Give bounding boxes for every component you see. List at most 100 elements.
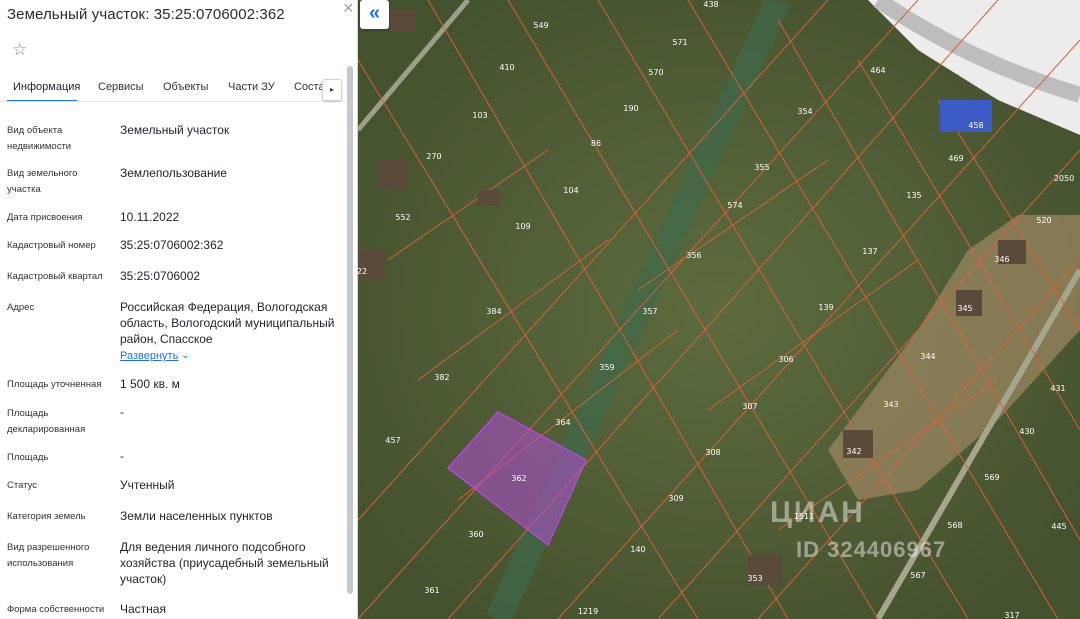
expand-link[interactable]: Развернуть (120, 350, 178, 362)
plot-label: 457 (385, 436, 400, 445)
property-value-permitted-use: Для ведения личного подсобного хозяйства… (120, 540, 329, 586)
cadastral-map[interactable]: 438 549 571 410 570 464 354 190 103 86 4… (358, 0, 1080, 619)
plot-label: 445 (1051, 522, 1066, 531)
plot-label: 410 (499, 63, 514, 72)
property-label-assigned-date: Дата присвоения (7, 212, 83, 223)
plot-label: 109 (515, 222, 530, 231)
plot-label: 270 (426, 152, 441, 161)
property-value-assigned-date: 10.11.2022 (120, 210, 180, 224)
property-label-area: Площадь (7, 452, 49, 463)
plot-label: 356 (686, 251, 701, 260)
plot-label: 362 (511, 474, 526, 483)
plot-label: 190 (623, 104, 638, 113)
property-value-land-category: Земли населенных пунктов (120, 509, 273, 523)
property-label-address: Адрес (7, 302, 35, 313)
chevron-down-icon[interactable]: ⌄ (181, 350, 189, 361)
property-label-land-category: Категория земель (7, 511, 86, 522)
map-canvas[interactable]: 438 549 571 410 570 464 354 190 103 86 4… (358, 0, 1080, 619)
property-label-cadastral-number: Кадастровый номер (7, 240, 96, 251)
property-value-cadastral-block: 35:25:0706002 (120, 269, 201, 283)
plot-label: 458 (968, 121, 983, 130)
collapse-panel-icon[interactable]: « (360, 0, 389, 29)
tab-services[interactable]: Сервисы (98, 81, 144, 93)
plot-label: 355 (754, 163, 769, 172)
plot-label: 384 (486, 307, 501, 316)
plot-label: 359 (599, 363, 614, 372)
plot-label: 344 (920, 352, 935, 361)
plot-label: 364 (555, 418, 570, 427)
watermark-logo: ЦИАН (770, 496, 865, 529)
plot-label: 552 (395, 213, 410, 222)
property-value-object-type: Земельный участок (120, 123, 230, 137)
property-label-object-type: Вид объекта недвижимости (7, 125, 72, 152)
tab-scroll-right-icon[interactable]: ▸ (322, 79, 342, 101)
plot-label: 1219 (578, 607, 598, 616)
plot-label: 306 (778, 355, 793, 364)
plot-label: 308 (705, 448, 720, 457)
plot-label: 464 (870, 66, 885, 75)
plot-label: 22 (358, 267, 367, 276)
tab-information[interactable]: Информация (13, 81, 80, 93)
plot-label: 135 (906, 191, 921, 200)
favorite-star-icon[interactable]: ☆ (12, 40, 27, 60)
plot-label: 520 (1036, 216, 1051, 225)
plot-label: 317 (1004, 611, 1019, 619)
property-label-area-declared: Площадь декларированная (7, 408, 86, 435)
plot-label: 549 (533, 21, 548, 30)
info-panel: Земельный участок: 35:25:0706002:362 × ☆… (0, 0, 358, 619)
property-value-ownership: Частная (120, 602, 166, 616)
plot-label: 360 (468, 530, 483, 539)
plot-label: 357 (642, 307, 657, 316)
scrollbar-thumb[interactable] (347, 66, 353, 594)
property-label-area-specified: Площадь уточненная (7, 379, 102, 390)
property-label-permitted-use: Вид разрешенного использования (7, 542, 90, 569)
plot-label: 469 (948, 154, 963, 163)
plot-label: 570 (648, 68, 663, 77)
plot-label: 438 (703, 0, 718, 9)
plot-label: 342 (846, 447, 861, 456)
tab-composition[interactable]: Соста (294, 81, 325, 93)
plot-label: 431 (1050, 384, 1065, 393)
plot-label: 574 (727, 201, 742, 210)
blue-roof-building (940, 100, 992, 132)
property-value-area-declared: - (120, 405, 124, 419)
plot-label: 104 (563, 186, 578, 195)
property-value-area: - (120, 449, 124, 463)
plot-label: 139 (818, 303, 833, 312)
property-label-parcel-type: Вид земельного участка (7, 168, 78, 195)
tab-bar: Информация Сервисы Объекты Части ЗУ Сост… (0, 78, 346, 102)
property-label-status: Статус (7, 480, 38, 491)
property-value-cadastral-number: 35:25:0706002:362 (120, 238, 224, 252)
plot-label: 309 (668, 494, 683, 503)
tab-objects[interactable]: Объекты (163, 81, 208, 93)
watermark-id: ID 324406967 (796, 537, 947, 562)
plot-label: 2050 (1054, 174, 1074, 183)
plot-label: 103 (472, 111, 487, 120)
plot-label: 571 (672, 38, 687, 47)
plot-label: 567 (910, 571, 925, 580)
plot-label: 568 (947, 521, 962, 530)
property-label-cadastral-block: Кадастровый квартал (7, 271, 103, 282)
plot-label: 307 (742, 402, 757, 411)
tab-parts[interactable]: Части ЗУ (228, 81, 275, 93)
plot-label: 353 (747, 574, 762, 583)
property-value-address: Российская Федерация, Вологодская област… (120, 300, 335, 346)
plot-label: 137 (862, 247, 877, 256)
plot-label: 354 (797, 107, 812, 116)
page-title: Земельный участок: 35:25:0706002:362 (7, 6, 285, 23)
property-value-parcel-type: Землепользование (120, 166, 227, 180)
plot-label: 86 (591, 139, 601, 148)
property-value-area-specified: 1 500 кв. м (120, 377, 180, 391)
property-label-ownership: Форма собственности (7, 604, 105, 615)
close-icon[interactable]: × (343, 0, 354, 19)
plot-label: 140 (630, 545, 645, 554)
plot-label: 430 (1019, 427, 1034, 436)
property-value-status: Учтенный (120, 478, 175, 492)
plot-label: 569 (984, 473, 999, 482)
plot-label: 361 (424, 586, 439, 595)
active-tab-indicator (7, 100, 77, 101)
plot-label: 346 (994, 255, 1009, 264)
plot-label: 382 (434, 373, 449, 382)
plot-label: 343 (883, 400, 898, 409)
plot-label: 345 (957, 304, 972, 313)
